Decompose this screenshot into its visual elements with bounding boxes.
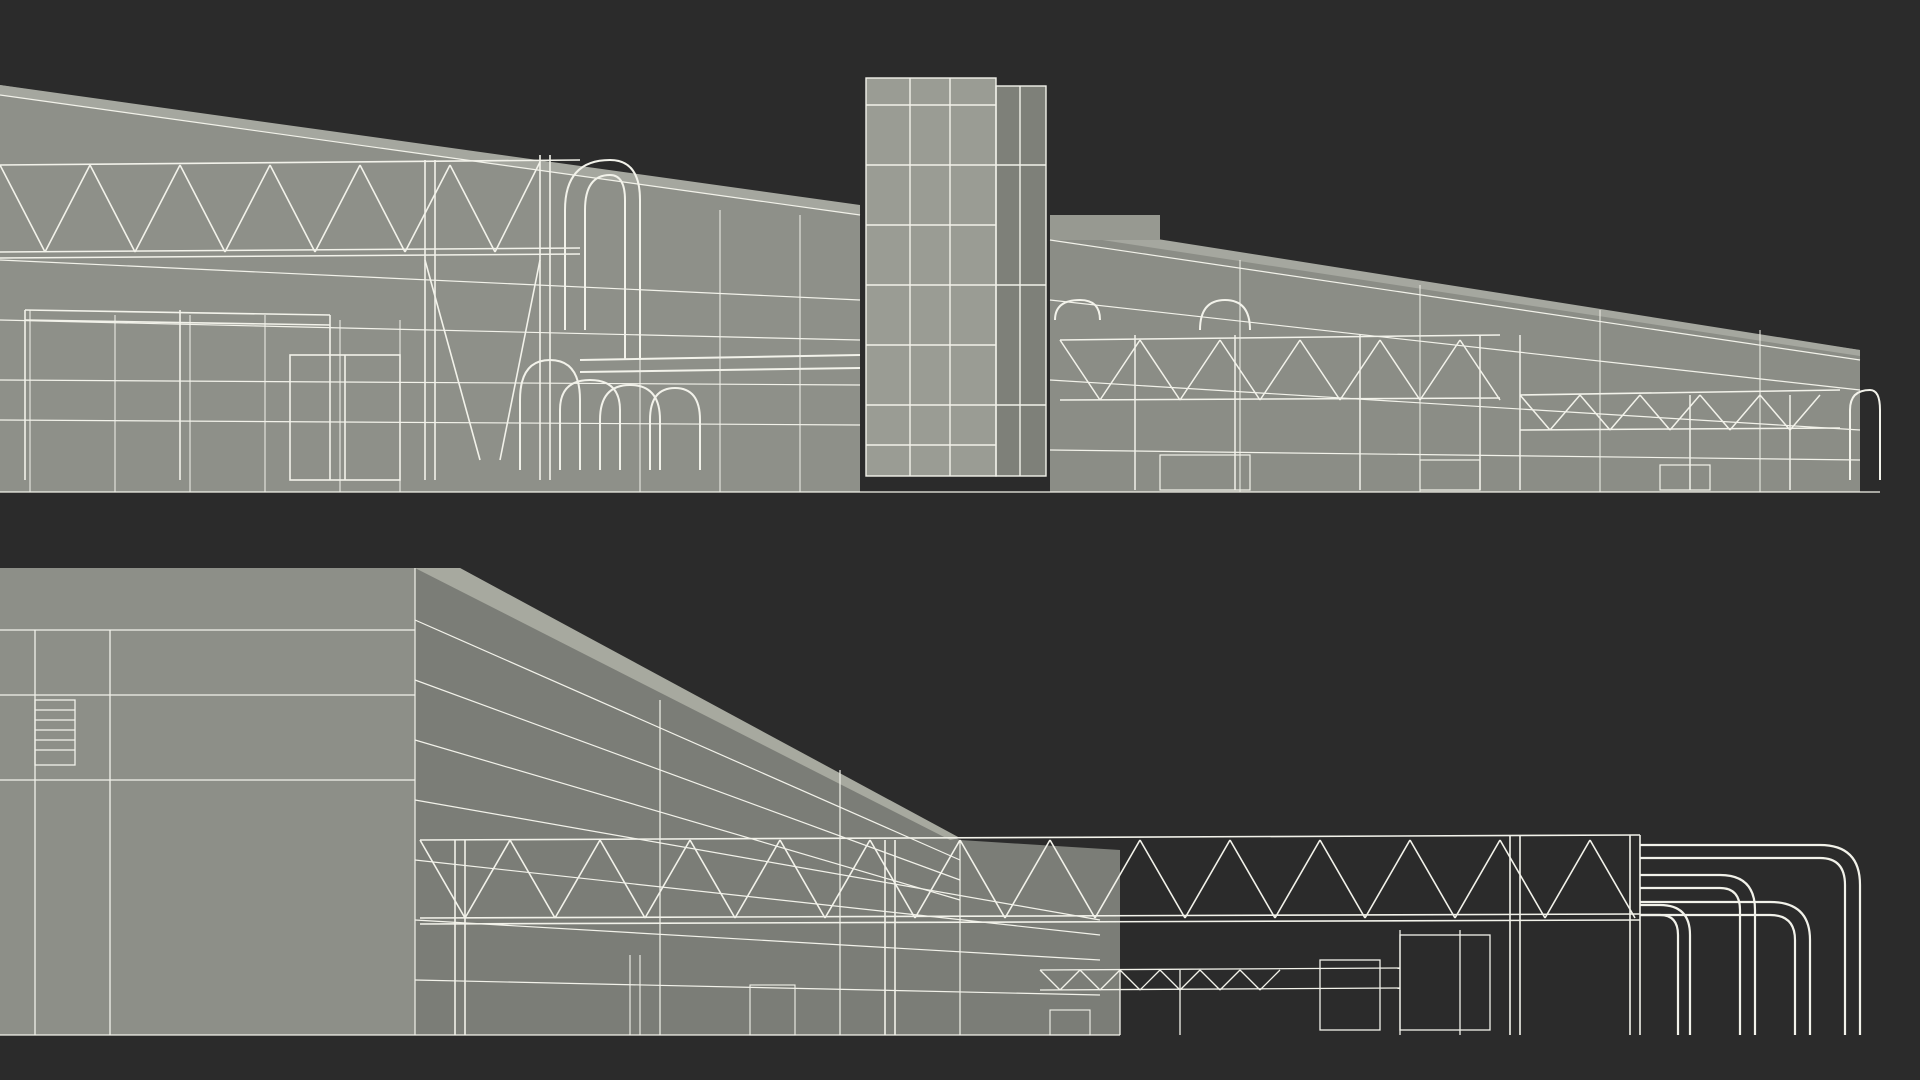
roof-box [1050, 215, 1160, 240]
large-elbow-pipes [1640, 843, 1862, 1035]
end-wall [0, 568, 415, 1035]
exhaust-stack [865, 77, 1047, 477]
bottom-render-view [0, 540, 1920, 1080]
viewport [0, 0, 1920, 1080]
right-facade-wall [1050, 230, 1860, 492]
top-render-view [0, 0, 1920, 500]
bottom-building-model [0, 568, 1862, 1036]
top-building-model [0, 77, 1881, 493]
side-wall [415, 568, 1120, 1035]
